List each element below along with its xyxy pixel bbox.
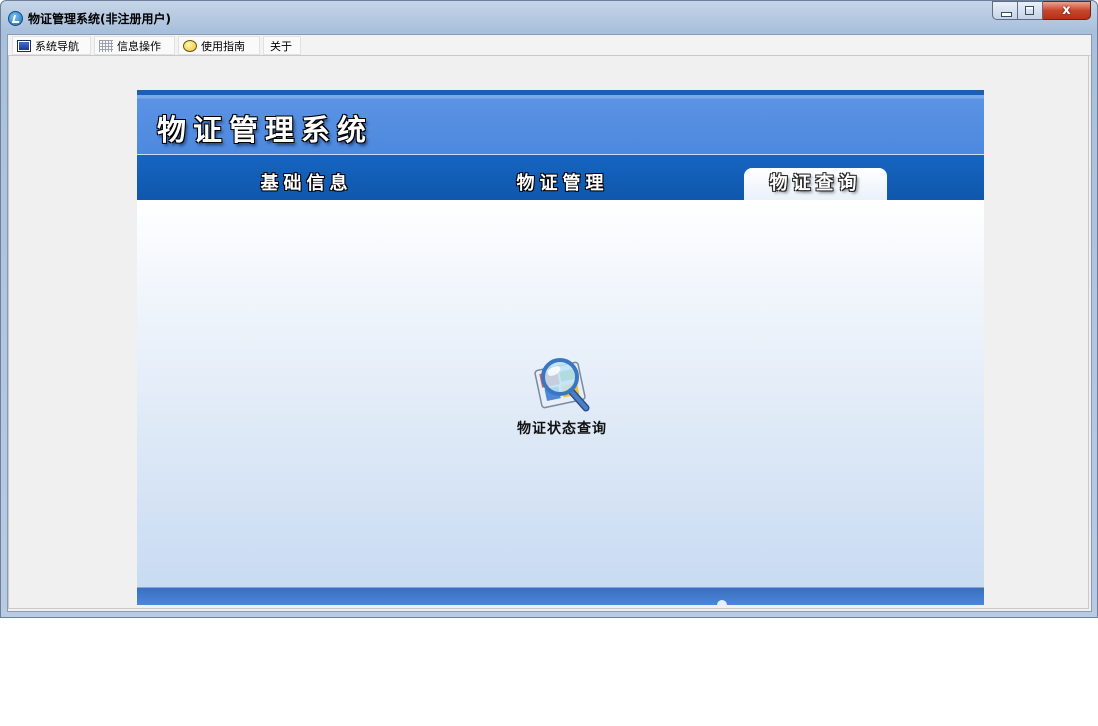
module-tab-bar: 基础信息 物证管理 物证查询 — [137, 155, 984, 200]
feature-label: 物证状态查询 — [517, 421, 607, 437]
magnifier-search-icon — [530, 350, 594, 416]
system-header: 物证管理系统 — [137, 90, 984, 155]
monitor-icon — [17, 39, 31, 52]
close-icon: x — [1062, 3, 1071, 18]
menu-item-about[interactable]: 关于 — [263, 36, 301, 55]
close-button[interactable]: x — [1043, 1, 1091, 20]
main-panel: 物证管理系统 基础信息 物证管理 物证查询 物证状态查询 — [137, 90, 984, 605]
title-bar[interactable]: 物证管理系统(非注册用户) x — [1, 1, 1097, 34]
maximize-button[interactable] — [1018, 1, 1043, 20]
menu-item-info-ops[interactable]: 信息操作 — [94, 36, 175, 55]
menu-item-label: 使用指南 — [201, 39, 245, 53]
menu-item-label: 信息操作 — [117, 39, 161, 53]
help-circle-icon — [183, 39, 197, 52]
menu-item-label: 系统导航 — [35, 39, 79, 53]
tab-evidence-management[interactable]: 物证管理 — [491, 168, 634, 200]
menu-bar: 系统导航 信息操作 使用指南 关于 — [8, 35, 1091, 56]
feature-evidence-status-query[interactable]: 物证状态查询 — [502, 350, 622, 438]
tab-basic-info[interactable]: 基础信息 — [235, 168, 378, 200]
tab-evidence-query[interactable]: 物证查询 — [744, 168, 887, 200]
menu-item-user-guide[interactable]: 使用指南 — [178, 36, 260, 55]
menu-item-system-nav[interactable]: 系统导航 — [12, 36, 91, 55]
minimize-button[interactable] — [992, 1, 1018, 20]
menu-item-label: 关于 — [270, 39, 292, 53]
grid-icon — [99, 39, 113, 52]
window-controls: x — [992, 1, 1091, 21]
footer-bar — [137, 587, 984, 605]
system-title: 物证管理系统 — [157, 113, 374, 147]
app-logo-icon — [8, 11, 23, 26]
tab-content-area: 物证状态查询 — [137, 200, 984, 589]
window-title: 物证管理系统(非注册用户) — [28, 12, 171, 26]
